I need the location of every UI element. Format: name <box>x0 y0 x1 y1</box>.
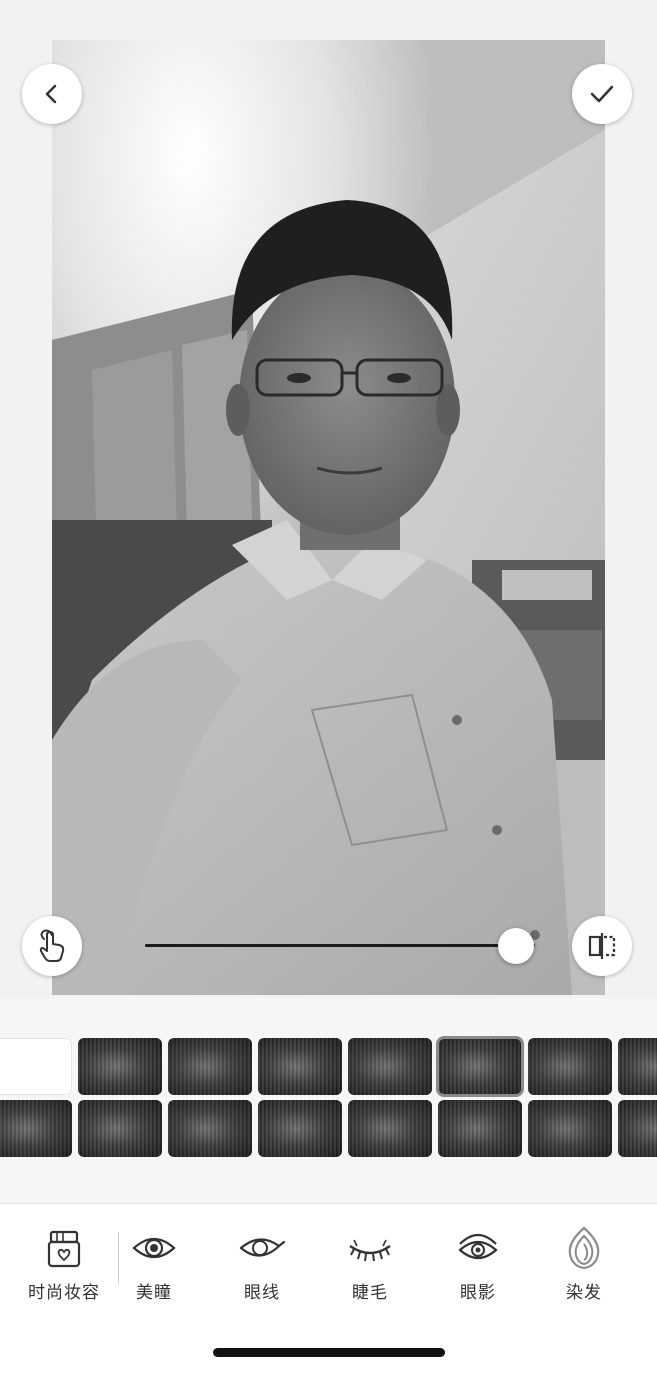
hair-color-swatch[interactable] <box>78 1100 162 1157</box>
tool-eyelashes[interactable]: 睫毛 <box>320 1224 420 1314</box>
makeup-kit-icon <box>47 1230 81 1268</box>
hair-color-swatch[interactable] <box>436 1036 524 1097</box>
hair-texture-thumbnail <box>528 1100 612 1157</box>
tool-label: 时尚妆容 <box>28 1283 100 1303</box>
portrait-photo <box>52 40 605 995</box>
tool-label: 眼影 <box>460 1283 496 1303</box>
hair-color-swatch[interactable] <box>348 1100 432 1157</box>
makeup-toolbar: 时尚妆容 美瞳 眼线 睫毛 眼影 染发 <box>0 1204 657 1374</box>
tool-eyeliner[interactable]: 眼线 <box>212 1224 312 1314</box>
hair-texture-thumbnail <box>78 1038 162 1095</box>
tool-label: 染发 <box>566 1283 602 1303</box>
hair-color-swatch[interactable] <box>348 1038 432 1095</box>
hair-texture-thumbnail <box>0 1100 72 1157</box>
tool-label: 美瞳 <box>136 1283 172 1303</box>
back-button[interactable] <box>22 64 82 124</box>
home-indicator <box>213 1348 445 1357</box>
hair-color-swatch[interactable] <box>78 1038 162 1095</box>
hair-texture-thumbnail <box>528 1038 612 1095</box>
makeup-editor-screen: 时尚妆容 美瞳 眼线 睫毛 眼影 染发 <box>0 0 657 1374</box>
hair-texture-thumbnail <box>438 1100 522 1157</box>
slider-fill <box>145 944 516 947</box>
intensity-slider[interactable] <box>145 926 535 966</box>
eyelash-icon <box>349 1239 391 1262</box>
hair-color-swatch[interactable] <box>618 1038 657 1095</box>
contact-lens-eye-icon <box>132 1237 176 1259</box>
portrait-photo-image <box>52 40 605 995</box>
hair-texture-thumbnail <box>258 1100 342 1157</box>
hair-color-swatch-panel <box>0 998 657 1203</box>
tool-label: 睫毛 <box>352 1283 388 1303</box>
hair-color-swatch[interactable] <box>528 1100 612 1157</box>
chevron-left-icon <box>45 84 57 104</box>
tool-label: 眼线 <box>244 1283 280 1303</box>
hair-color-swatch[interactable] <box>438 1100 522 1157</box>
compare-split-icon <box>588 933 616 959</box>
hair-dye-icon <box>568 1226 600 1270</box>
hair-color-swatch[interactable] <box>258 1100 342 1157</box>
hair-color-swatch[interactable] <box>528 1038 612 1095</box>
hand-touch-icon <box>39 929 65 962</box>
hair-color-swatch[interactable] <box>168 1038 252 1095</box>
photo-preview-area <box>0 0 657 998</box>
confirm-button[interactable] <box>572 64 632 124</box>
checkmark-icon <box>590 85 614 103</box>
swatch-none[interactable] <box>0 1038 72 1095</box>
tool-hair-dye[interactable]: 染发 <box>534 1224 634 1314</box>
hair-texture-thumbnail <box>78 1100 162 1157</box>
tool-fashion-makeup[interactable]: 时尚妆容 <box>14 1224 114 1314</box>
hair-texture-thumbnail <box>168 1100 252 1157</box>
manual-touch-button[interactable] <box>22 916 82 976</box>
slider-thumb[interactable] <box>497 928 534 964</box>
tool-colored-contacts[interactable]: 美瞳 <box>104 1224 204 1314</box>
hair-texture-thumbnail <box>618 1100 657 1157</box>
hair-texture-thumbnail <box>348 1100 432 1157</box>
eyeliner-icon <box>239 1238 286 1257</box>
hair-color-swatch[interactable] <box>258 1038 342 1095</box>
hair-color-swatch[interactable] <box>0 1100 72 1157</box>
hair-texture-thumbnail <box>618 1038 657 1095</box>
hair-texture-thumbnail <box>258 1038 342 1095</box>
hair-texture-thumbnail <box>438 1038 522 1095</box>
compare-button[interactable] <box>572 916 632 976</box>
hair-color-swatch[interactable] <box>168 1100 252 1157</box>
hair-color-swatch[interactable] <box>618 1100 657 1157</box>
tool-eyeshadow[interactable]: 眼影 <box>428 1224 528 1314</box>
hair-texture-thumbnail <box>348 1038 432 1095</box>
eyeshadow-icon <box>458 1233 498 1260</box>
hair-texture-thumbnail <box>168 1038 252 1095</box>
